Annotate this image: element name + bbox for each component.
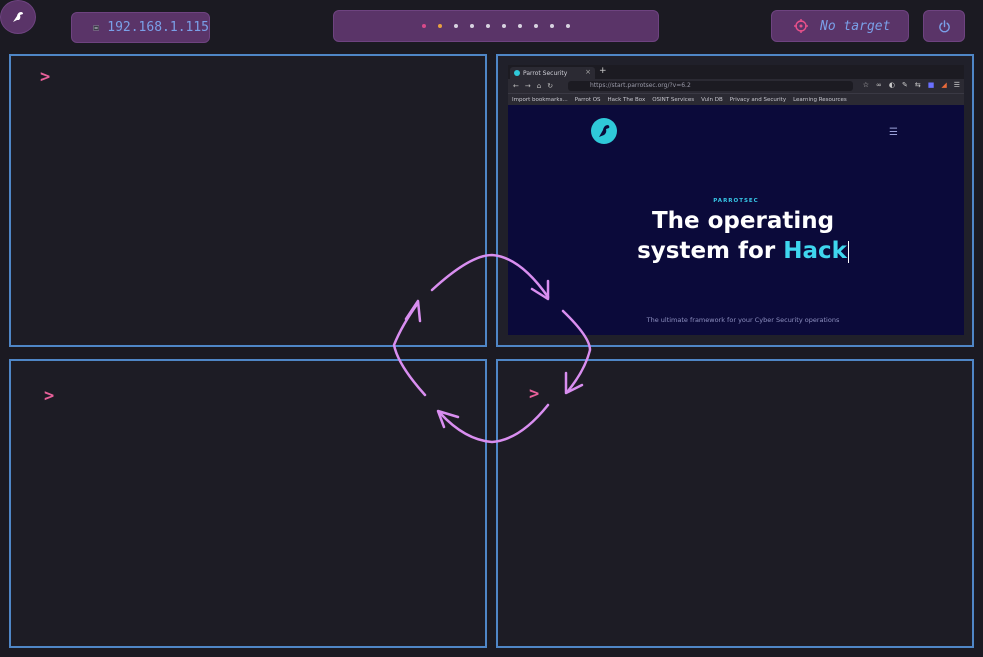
ethernet-icon	[93, 24, 100, 31]
bookmark-item[interactable]: Learning Resources	[793, 97, 847, 103]
parrot-bird-icon	[13, 12, 23, 22]
hero-prefix: system for	[637, 238, 784, 264]
workspace-dot-5[interactable]	[486, 24, 490, 28]
tab-close-icon[interactable]: ×	[585, 68, 591, 76]
browser-tab-bar: Parrot Security × +	[508, 65, 964, 79]
power-button[interactable]	[923, 10, 965, 42]
workspace-dot-6[interactable]	[502, 24, 506, 28]
hero-heading-line1: The operating	[651, 208, 835, 234]
bookmark-item[interactable]: Privacy and Security	[730, 97, 786, 103]
tools-icon[interactable]: ✎	[902, 81, 908, 89]
parrot-logo-icon[interactable]	[591, 118, 617, 144]
foxyproxy-icon[interactable]: ◢	[941, 81, 946, 89]
bookmark-item[interactable]: Import bookmarks...	[512, 97, 568, 103]
menu-icon[interactable]: ☰	[954, 81, 960, 89]
terminal-prompt: >	[40, 67, 51, 87]
target-widget[interactable]: No target	[771, 10, 909, 42]
workspace-dot-1[interactable]	[422, 24, 426, 28]
tab-title: Parrot Security	[523, 69, 568, 77]
parrot-favicon-icon	[514, 70, 520, 76]
browser-tab[interactable]: Parrot Security ×	[510, 67, 595, 79]
url-text: https://start.parrotsec.org/?v=6.2	[590, 82, 691, 89]
workspace-dot-10[interactable]	[566, 24, 570, 28]
workspace-dot-9[interactable]	[550, 24, 554, 28]
addon-icon[interactable]: ■	[928, 81, 935, 89]
workspace-dot-8[interactable]	[534, 24, 538, 28]
url-bar[interactable]: https://start.parrotsec.org/?v=6.2	[568, 81, 853, 91]
shield-icon[interactable]: ◐	[889, 81, 895, 89]
workspace-dot-2[interactable]	[438, 24, 442, 28]
reload-icon[interactable]: ↻	[547, 82, 553, 90]
terminal-prompt: >	[44, 386, 55, 406]
workspace-switcher[interactable]	[333, 10, 659, 42]
forward-icon[interactable]: →	[525, 82, 531, 90]
ip-address-text: 192.168.1.115	[107, 20, 209, 35]
browser-nav-bar: ← → ⌂ ↻ https://start.parrotsec.org/?v=6…	[508, 79, 964, 93]
hamburger-menu-icon[interactable]: ☰	[889, 127, 898, 138]
workspace-dot-4[interactable]	[470, 24, 474, 28]
bookmark-item[interactable]: Vuln DB	[701, 97, 723, 103]
crosshair-icon	[794, 19, 808, 33]
back-icon[interactable]: ←	[513, 82, 519, 90]
brand-label: PARROTSEC	[713, 198, 759, 204]
browser-toolbar-icons: ☆ ∞ ◐ ✎ ⇆ ■ ◢ ☰	[863, 81, 960, 89]
extension-icon[interactable]: ∞	[876, 81, 882, 89]
bookmarks-bar: Import bookmarks... Parrot OS Hack The B…	[508, 93, 964, 105]
home-icon[interactable]: ⌂	[537, 82, 541, 90]
sync-icon[interactable]: ⇆	[915, 81, 921, 89]
bookmark-star-icon[interactable]: ☆	[863, 81, 869, 89]
bookmark-item[interactable]: Hack The Box	[608, 97, 646, 103]
new-tab-button[interactable]: +	[599, 66, 607, 76]
target-label: No target	[820, 18, 891, 34]
bookmark-item[interactable]: Parrot OS	[575, 97, 601, 103]
rotate-panes-arrows-icon	[392, 253, 592, 444]
workspace-dot-3[interactable]	[454, 24, 458, 28]
parrot-menu-button[interactable]	[0, 0, 36, 34]
ip-address-widget[interactable]: 192.168.1.115	[71, 12, 210, 43]
power-icon	[938, 19, 950, 32]
typing-caret	[847, 240, 849, 263]
hero-accent-word: Hack	[783, 238, 847, 264]
bookmark-item[interactable]: OSINT Services	[652, 97, 694, 103]
workspace-dot-7[interactable]	[518, 24, 522, 28]
